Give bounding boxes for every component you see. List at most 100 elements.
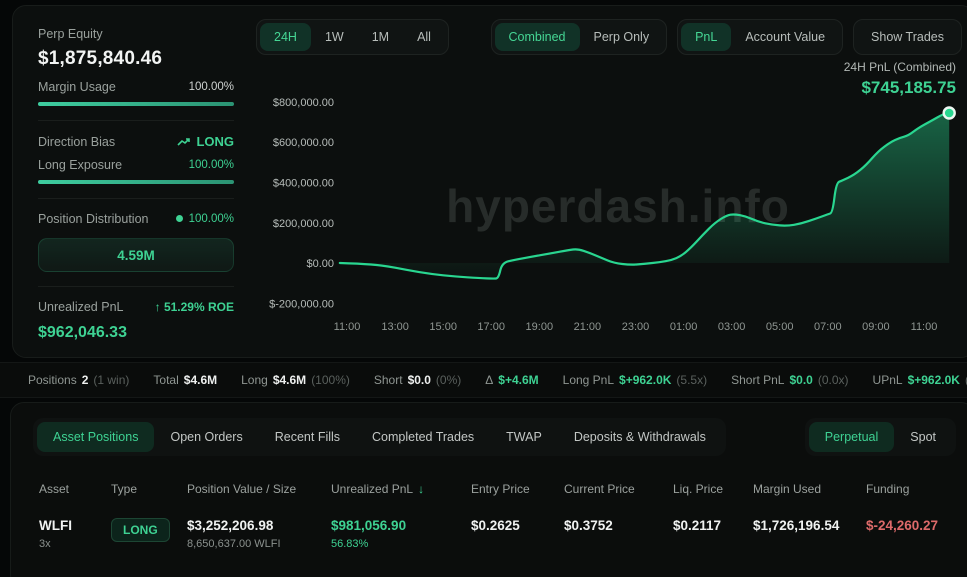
current-price-cell: $0.3752	[564, 518, 673, 533]
col-entry-price: Entry Price	[471, 482, 564, 496]
entry-price-cell: $0.2625	[471, 518, 564, 533]
long-exposure-label: Long Exposure	[38, 158, 122, 172]
svg-text:$800,000.00: $800,000.00	[273, 97, 334, 109]
asset-cell: WLFI 3x	[39, 518, 111, 550]
liq-price-cell: $0.2117	[673, 518, 753, 533]
position-distribution-section: Position Distribution 100.00% 4.59M	[38, 198, 234, 286]
direction-bias-label: Direction Bias	[38, 135, 115, 149]
margin-usage-label: Margin Usage	[38, 80, 116, 94]
col-position-value: Position Value / Size	[187, 482, 331, 496]
range-24h-button[interactable]: 24H	[260, 23, 311, 51]
mode-combined-button[interactable]: Combined	[495, 23, 580, 51]
col-unrealized-pnl[interactable]: Unrealized PnL↓	[331, 482, 471, 496]
direction-bias-value: LONG	[177, 134, 234, 149]
range-1m-button[interactable]: 1M	[358, 23, 403, 51]
col-type: Type	[111, 482, 187, 496]
col-liq-price: Liq. Price	[673, 482, 753, 496]
mode-perp-only-button[interactable]: Perp Only	[580, 23, 664, 51]
position-distribution-pill[interactable]: 4.59M	[38, 238, 234, 272]
direction-bias-section: Direction Bias LONG Long Exposure 100.00…	[38, 120, 234, 198]
svg-text:$600,000.00: $600,000.00	[273, 137, 334, 149]
account-sidebar: Perp Equity $1,875,840.46 Margin Usage 1…	[38, 18, 234, 356]
tab-asset-positions[interactable]: Asset Positions	[37, 422, 154, 452]
unrealized-pnl-section: Unrealized PnL ↑ 51.29% ROE $962,046.33	[38, 286, 234, 356]
position-value-cell: $3,252,206.98 8,650,637.00 WLFI	[187, 518, 331, 550]
position-distribution-label: Position Distribution	[38, 212, 148, 226]
tab-recent-fills[interactable]: Recent Fills	[259, 422, 356, 452]
svg-text:23:00: 23:00	[622, 321, 650, 333]
col-current-price: Current Price	[564, 482, 673, 496]
stat-delta: Δ$+4.6M	[485, 373, 538, 387]
time-range-group: 24H 1W 1M All	[256, 19, 449, 55]
tab-twap[interactable]: TWAP	[490, 422, 558, 452]
pnl-chart[interactable]: hyperdash.info$800,000.00$600,000.00$400…	[246, 91, 960, 343]
col-margin-used: Margin Used	[753, 482, 866, 496]
pnl-chart-svg[interactable]: hyperdash.info$800,000.00$600,000.00$400…	[246, 91, 960, 343]
metric-pnl-button[interactable]: PnL	[681, 23, 731, 51]
chart-mode-controls: Combined Perp Only PnL Account Value Sho…	[481, 19, 962, 55]
svg-text:15:00: 15:00	[429, 321, 457, 333]
unrealized-pnl-label: Unrealized PnL	[38, 300, 123, 314]
unrealized-pnl-value: $962,046.33	[38, 324, 234, 342]
pnl-header-label: 24H PnL (Combined)	[844, 60, 956, 74]
perp-equity-value: $1,875,840.46	[38, 48, 234, 70]
metric-account-value-button[interactable]: Account Value	[731, 23, 839, 51]
stat-total: Total$4.6M	[153, 373, 217, 387]
svg-text:19:00: 19:00	[526, 321, 554, 333]
svg-text:11:00: 11:00	[334, 321, 361, 333]
svg-text:05:00: 05:00	[766, 321, 794, 333]
positions-table-header: Asset Type Position Value / Size Unreali…	[39, 482, 946, 496]
positions-panel: Asset Positions Open Orders Recent Fills…	[10, 402, 967, 577]
stat-positions: Positions2(1 win)	[28, 373, 129, 387]
green-dot-icon	[176, 215, 183, 222]
tab-completed-trades[interactable]: Completed Trades	[356, 422, 490, 452]
asset-symbol: WLFI	[39, 518, 111, 533]
svg-text:01:00: 01:00	[670, 321, 698, 333]
stat-short: Short$0.0(0%)	[374, 373, 461, 387]
tab-open-orders[interactable]: Open Orders	[154, 422, 258, 452]
svg-text:$-200,000.00: $-200,000.00	[269, 298, 334, 310]
trending-up-icon	[177, 137, 191, 147]
svg-text:11:00: 11:00	[911, 321, 938, 333]
type-cell: LONG	[111, 518, 187, 542]
market-toggle: Perpetual Spot	[805, 418, 956, 456]
margin-usage-bar	[38, 102, 234, 106]
svg-text:17:00: 17:00	[477, 321, 505, 333]
show-trades-group: Show Trades	[853, 19, 962, 55]
market-perpetual-button[interactable]: Perpetual	[809, 422, 895, 452]
svg-text:07:00: 07:00	[814, 321, 842, 333]
stat-upnl: UPnL$+962.0K(50% win)	[873, 373, 967, 387]
show-trades-button[interactable]: Show Trades	[857, 23, 958, 51]
svg-text:$400,000.00: $400,000.00	[273, 178, 334, 190]
asset-leverage: 3x	[39, 538, 111, 550]
long-badge: LONG	[111, 518, 170, 542]
account-stats-bar: Positions2(1 win) Total$4.6M Long$4.6M(1…	[0, 362, 967, 398]
svg-text:21:00: 21:00	[574, 321, 602, 333]
margin-usage-value: 100.00%	[189, 81, 234, 93]
col-asset: Asset	[39, 482, 111, 496]
roe-value: ↑ 51.29% ROE	[155, 300, 234, 314]
long-exposure-value: 100.00%	[189, 159, 234, 171]
perp-equity-section: Perp Equity $1,875,840.46 Margin Usage 1…	[38, 18, 234, 120]
positions-tabs-row: Asset Positions Open Orders Recent Fills…	[11, 418, 967, 456]
svg-text:09:00: 09:00	[862, 321, 890, 333]
svg-text:$200,000.00: $200,000.00	[273, 218, 334, 230]
mode-group: Combined Perp Only	[491, 19, 668, 55]
svg-text:03:00: 03:00	[718, 321, 746, 333]
metric-group: PnL Account Value	[677, 19, 843, 55]
funding-cell: $-24,260.27	[866, 518, 946, 533]
overview-card: Perp Equity $1,875,840.46 Margin Usage 1…	[12, 5, 967, 358]
range-1w-button[interactable]: 1W	[311, 23, 358, 51]
unrealized-pnl-cell: $981,056.90 56.83%	[331, 518, 471, 550]
stat-long: Long$4.6M(100%)	[241, 373, 350, 387]
market-spot-button[interactable]: Spot	[894, 422, 952, 452]
long-exposure-bar	[38, 180, 234, 184]
position-distribution-value: 100.00%	[176, 213, 234, 225]
perp-equity-label: Perp Equity	[38, 27, 103, 41]
svg-text:$0.00: $0.00	[306, 258, 334, 270]
range-all-button[interactable]: All	[403, 23, 445, 51]
table-row[interactable]: WLFI 3x LONG $3,252,206.98 8,650,637.00 …	[39, 518, 946, 550]
arrow-up-icon: ↑	[155, 300, 164, 314]
stat-short-pnl: Short PnL$0.0(0.0x)	[731, 373, 848, 387]
tab-deposits-withdrawals[interactable]: Deposits & Withdrawals	[558, 422, 722, 452]
